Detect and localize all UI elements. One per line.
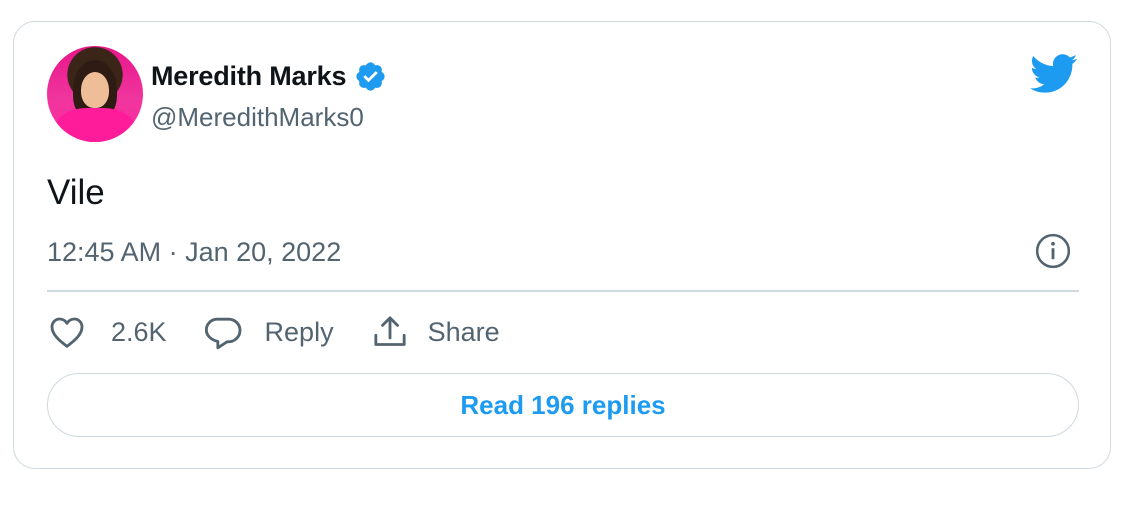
reply-label: Reply	[264, 316, 334, 347]
verified-badge-icon	[356, 62, 385, 91]
divider	[47, 290, 1079, 292]
share-label: Share	[427, 316, 500, 347]
share-upload-icon	[373, 316, 406, 346]
tweet-timestamp[interactable]: 12:45 AM · Jan 20, 2022	[47, 237, 341, 268]
read-replies-button[interactable]: Read 196 replies	[47, 373, 1079, 437]
author-name[interactable]: Meredith Marks	[151, 61, 346, 92]
twitter-bird-icon[interactable]	[1030, 54, 1078, 94]
author-name-row: Meredith Marks	[151, 60, 387, 93]
avatar-face	[81, 72, 109, 108]
avatar-body	[55, 108, 135, 142]
avatar[interactable]	[47, 46, 143, 142]
author-handle[interactable]: @MeredithMarks0	[151, 102, 364, 133]
action-bar: 2.6K Reply Share	[47, 312, 536, 352]
tweet-card: Meredith Marks @MeredithMarks0 Vile 12:4…	[13, 21, 1111, 469]
like-button[interactable]: 2.6K	[47, 312, 167, 352]
tweet-text: Vile	[47, 173, 105, 212]
speech-bubble-icon	[204, 317, 241, 350]
like-count: 2.6K	[111, 316, 167, 347]
heart-icon	[50, 317, 84, 348]
share-button[interactable]: Share	[370, 312, 500, 352]
info-icon[interactable]	[1034, 232, 1072, 270]
reply-button[interactable]: Reply	[203, 312, 334, 352]
